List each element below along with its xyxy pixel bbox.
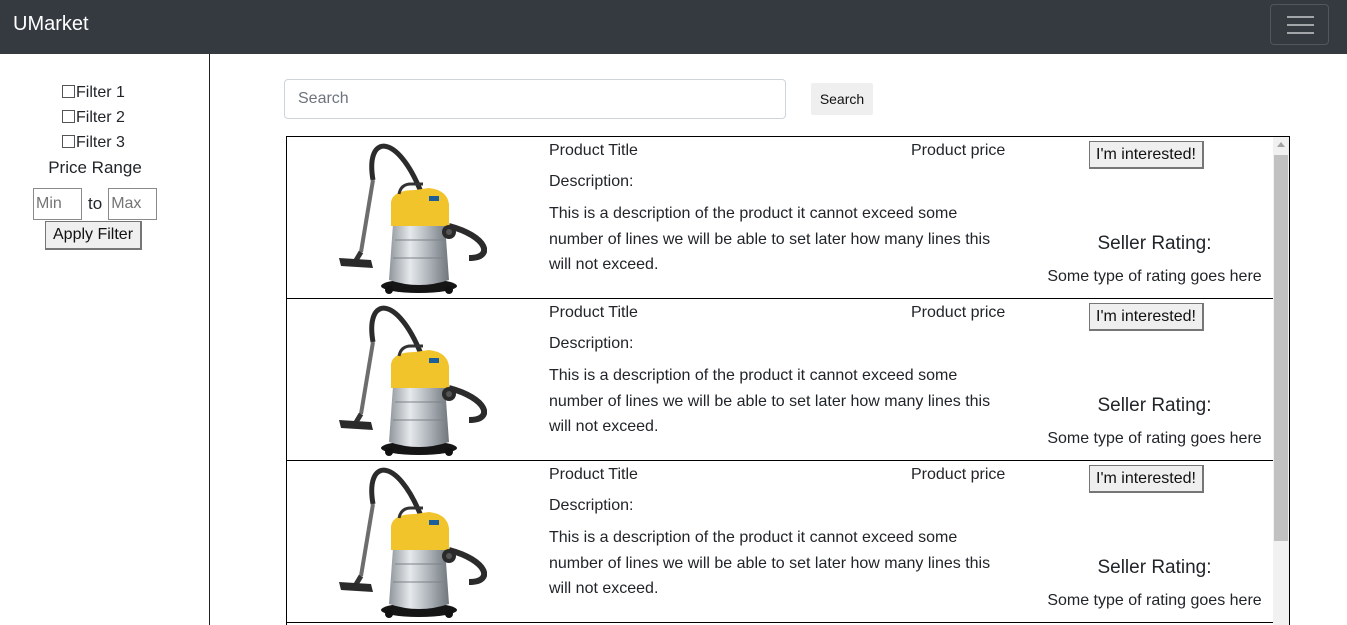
filter-checkbox[interactable] (62, 135, 75, 148)
seller-rating-text: Some type of rating goes here (1047, 268, 1262, 285)
brand-logo[interactable]: UMarket (13, 13, 89, 36)
vacuum-cleaner-image (337, 302, 487, 457)
vacuum-cleaner-image (337, 140, 487, 295)
range-separator: to (88, 194, 103, 213)
search-button[interactable]: Search (811, 83, 873, 115)
product-price: Product price (911, 142, 1006, 159)
seller-rating-text: Some type of rating goes here (1047, 592, 1262, 609)
product-title: Product Title (549, 304, 638, 321)
seller-rating-label: Seller Rating: (1097, 233, 1212, 254)
price-range-label: Price Range (48, 158, 142, 177)
filter-option[interactable]: Filter 2 (62, 109, 125, 127)
hamburger-menu-icon[interactable] (1270, 4, 1329, 45)
results-scrollbar[interactable] (1273, 137, 1289, 625)
vacuum-cleaner-image (337, 464, 487, 619)
product-card: Product Title Product price Description:… (287, 137, 1274, 299)
product-price: Product price (911, 304, 1006, 321)
filter-sidebar: Filter 1 Filter 2 Filter 3 Price Range t… (0, 54, 210, 625)
interested-button[interactable]: I'm interested! (1089, 303, 1204, 331)
search-input[interactable] (284, 79, 786, 119)
product-card: Product Title Product price Description:… (287, 299, 1274, 461)
description-label: Description: (549, 335, 634, 352)
interested-button[interactable]: I'm interested! (1089, 465, 1204, 493)
seller-rating-label: Seller Rating: (1097, 557, 1212, 578)
navbar: UMarket (0, 0, 1347, 54)
scroll-up-arrow-icon[interactable] (1273, 137, 1289, 154)
filter-label: Filter 3 (76, 134, 125, 151)
product-description: This is a description of the product it … (549, 529, 991, 597)
seller-rating-label: Seller Rating: (1097, 395, 1212, 416)
min-price-input[interactable] (33, 188, 82, 220)
filter-checkbox[interactable] (62, 85, 75, 98)
product-price: Product price (911, 466, 1006, 483)
scrollbar-thumb[interactable] (1274, 155, 1288, 541)
price-range-inputs: to (33, 188, 158, 220)
max-price-input[interactable] (108, 188, 158, 220)
description-label: Description: (549, 497, 634, 514)
product-description: This is a description of the product it … (549, 367, 991, 435)
description-label: Description: (549, 173, 634, 190)
product-title: Product Title (549, 142, 638, 159)
filter-option[interactable]: Filter 1 (62, 84, 125, 102)
product-list: Product Title Product price Description:… (286, 136, 1290, 625)
apply-filter-button[interactable]: Apply Filter (45, 221, 143, 250)
interested-button[interactable]: I'm interested! (1089, 141, 1204, 169)
filter-checkbox[interactable] (62, 110, 75, 123)
filter-label: Filter 2 (76, 109, 125, 126)
product-description: This is a description of the product it … (549, 205, 991, 273)
product-card: Product Title Product price Description:… (287, 461, 1274, 623)
seller-rating-text: Some type of rating goes here (1047, 430, 1262, 447)
filter-option[interactable]: Filter 3 (62, 134, 125, 152)
filter-label: Filter 1 (76, 84, 125, 101)
product-title: Product Title (549, 466, 638, 483)
